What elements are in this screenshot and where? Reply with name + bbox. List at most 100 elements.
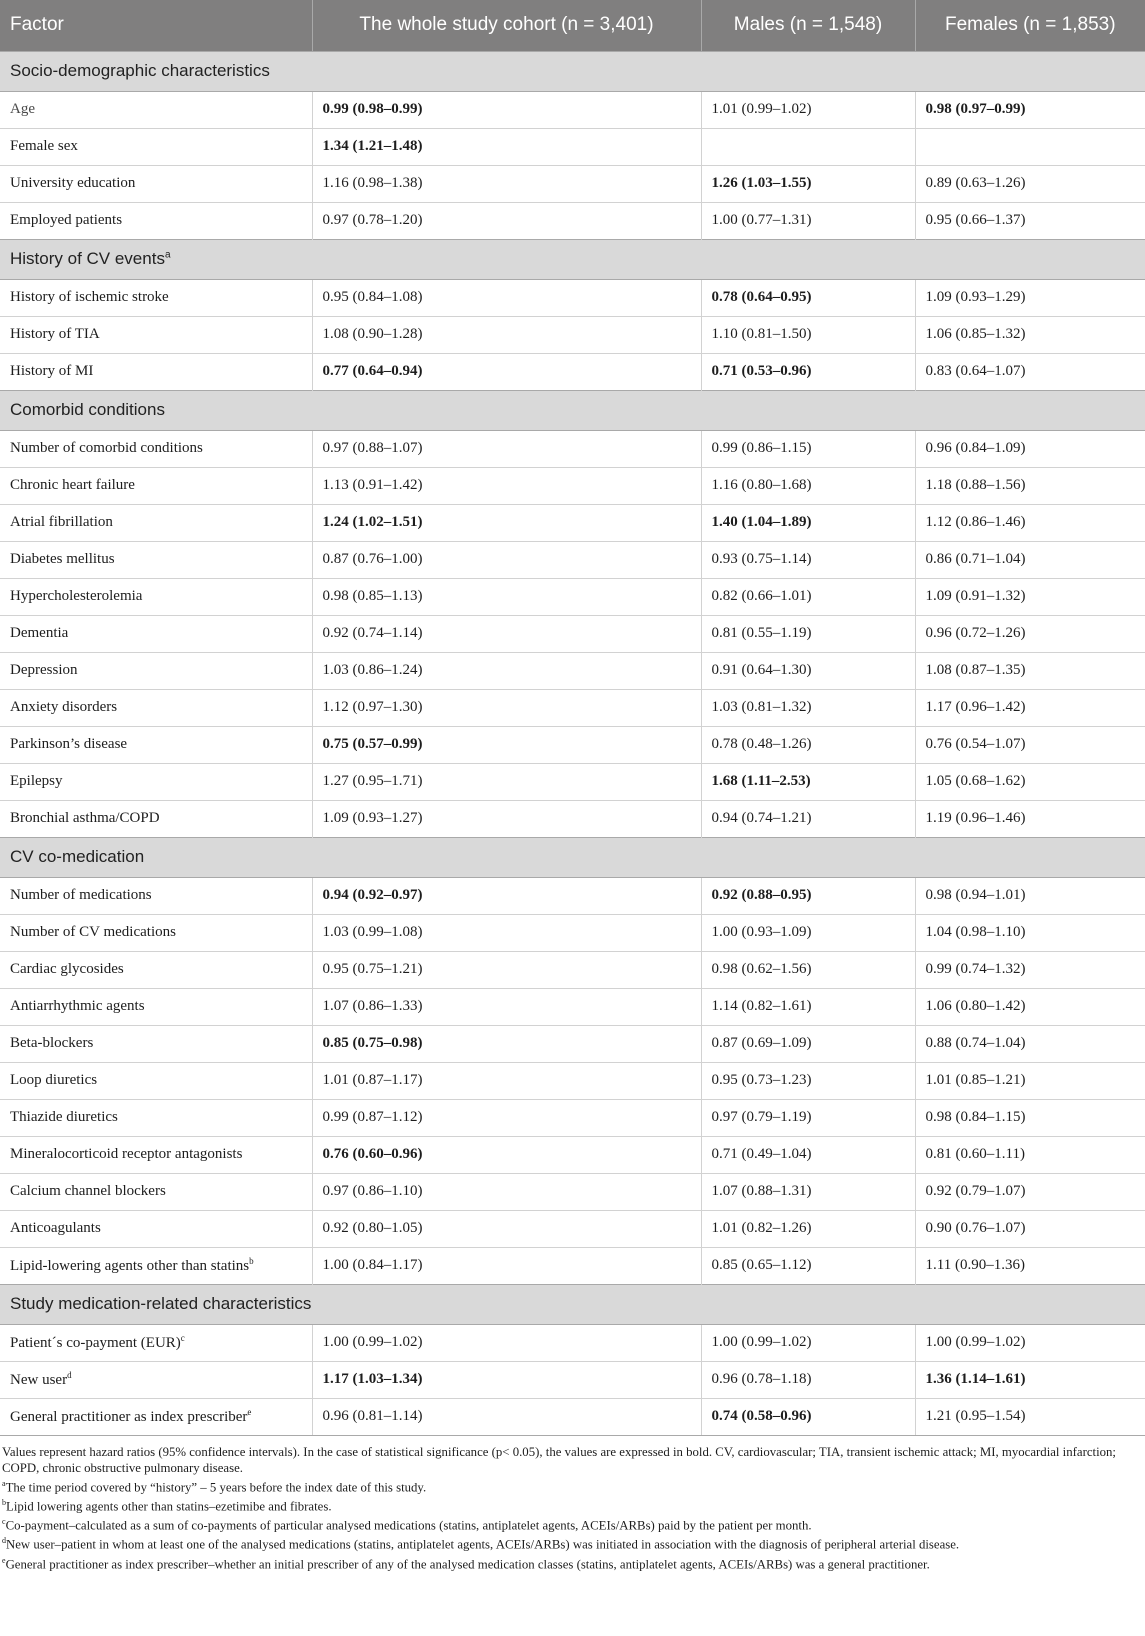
factor-cell: Number of medications [0, 876, 312, 914]
whole-cohort-hr-cell: 0.92 (0.80–1.05) [311, 1209, 701, 1247]
factor-cell: Loop diuretics [0, 1061, 312, 1099]
whole-cohort-hr-cell: 1.17 (1.03–1.34) [311, 1360, 701, 1398]
footnote-marker: a [164, 249, 171, 261]
factor-cell: Patient´s co-payment (EUR)c [0, 1323, 312, 1361]
factor-cell: Anticoagulants [0, 1209, 312, 1247]
factor-label: History of MI [10, 363, 94, 379]
factor-label: Anticoagulants [10, 1220, 101, 1236]
males-hr-cell: 1.01 (0.99–1.02) [700, 90, 915, 128]
whole-cohort-hr-cell: 0.97 (0.78–1.20) [311, 201, 701, 239]
males-hr-cell: 1.07 (0.88–1.31) [700, 1172, 915, 1210]
table-row: Age 0.99 (0.98–0.99) 1.01 (0.99–1.02) 0.98 … [0, 90, 1145, 128]
females-hr-cell: 0.99 (0.74–1.32) [914, 950, 1145, 988]
footnote-text: Co-payment–calculated as a sum of co-pay… [5, 1518, 812, 1533]
factor-label: Antiarrhythmic agents [10, 998, 145, 1014]
males-hr-cell: 1.68 (1.11–2.53) [700, 762, 915, 800]
factor-label: Number of comorbid conditions [10, 440, 203, 456]
table-row: Bronchial asthma/COPD 1.09 (0.93–1.27) 0.9… [0, 799, 1145, 837]
females-hr-cell: 0.98 (0.97–0.99) [914, 90, 1145, 128]
females-hr-cell: 0.92 (0.79–1.07) [914, 1172, 1145, 1210]
males-hr-cell: 0.92 (0.88–0.95) [700, 876, 915, 914]
males-hr-cell: 1.00 (0.99–1.02) [700, 1323, 915, 1361]
section-title: History of CV events [10, 249, 165, 268]
males-hr-cell: 0.99 (0.86–1.15) [700, 429, 915, 467]
factor-label: Chronic heart failure [10, 477, 135, 493]
females-hr-cell: 1.06 (0.80–1.42) [914, 987, 1145, 1025]
footnote-text: The time period covered by “history” – 5… [5, 1479, 427, 1494]
females-hr-cell: 1.09 (0.93–1.29) [914, 278, 1145, 316]
females-hr-cell: 0.98 (0.84–1.15) [914, 1098, 1145, 1136]
footnote-marker: c [180, 1333, 185, 1343]
whole-cohort-hr-cell: 0.94 (0.92–0.97) [311, 876, 701, 914]
footnote-text: Lipid lowering agents other than statins… [6, 1499, 332, 1514]
table-footnotes: Values represent hazard ratios (95% conf… [0, 1436, 1145, 1572]
factor-label: Beta-blockers [10, 1035, 94, 1051]
males-hr-cell: 0.71 (0.49–1.04) [700, 1135, 915, 1173]
table-row: Anticoagulants 0.92 (0.80–1.05) 1.01 (0.82… [0, 1209, 1145, 1247]
footnote-list: aThe time period covered by “history” – … [2, 1476, 1145, 1572]
table-row: Number of comorbid conditions 0.97 (0.88–… [0, 429, 1145, 467]
factor-cell: Lipid-lowering agents other than statins… [0, 1246, 312, 1284]
whole-cohort-hr-cell: 1.12 (0.97–1.30) [311, 688, 701, 726]
whole-cohort-hr-cell: 1.03 (0.86–1.24) [311, 651, 701, 689]
females-hr-cell: 1.09 (0.91–1.32) [914, 577, 1145, 615]
table-row: Number of CV medications 1.03 (0.99–1.08)… [0, 913, 1145, 951]
males-hr-cell: 0.97 (0.79–1.19) [700, 1098, 915, 1136]
factor-label: History of TIA [10, 326, 100, 342]
factor-cell: Number of CV medications [0, 913, 312, 951]
whole-cohort-hr-cell: 1.01 (0.87–1.17) [311, 1061, 701, 1099]
header-factor: Factor [10, 14, 64, 36]
females-hr-cell: 1.17 (0.96–1.42) [914, 688, 1145, 726]
females-hr-cell: 1.21 (0.95–1.54) [914, 1397, 1145, 1436]
section-title: Socio-demographic characteristics [10, 61, 270, 80]
factor-label: Bronchial asthma/COPD [10, 810, 160, 826]
factor-label: Number of CV medications [10, 924, 176, 940]
factor-label: Hypercholesterolemia [10, 588, 143, 604]
footnote-item: cCo-payment–calculated as a sum of co-pa… [2, 1514, 1145, 1533]
whole-cohort-hr-cell: 0.97 (0.86–1.10) [311, 1172, 701, 1210]
table-row: Beta-blockers 0.85 (0.75–0.98) 0.87 (0.69–… [0, 1024, 1145, 1062]
factor-cell: University education [0, 164, 312, 202]
factor-label: Atrial fibrillation [10, 514, 113, 530]
factor-label: New user [10, 1372, 68, 1388]
females-hr-cell: 0.83 (0.64–1.07) [914, 352, 1145, 390]
table-row: Female sex 1.34 (1.21–1.48) [0, 127, 1145, 165]
females-hr-cell: 1.00 (0.99–1.02) [914, 1323, 1145, 1361]
table-row: Depression 1.03 (0.86–1.24) 0.91 (0.64–1.3… [0, 651, 1145, 689]
table-row: Diabetes mellitus 0.87 (0.76–1.00) 0.93 (0… [0, 540, 1145, 578]
females-hr-cell [914, 127, 1145, 165]
whole-cohort-hr-cell: 0.96 (0.81–1.14) [311, 1397, 701, 1436]
header-males: Males (n = 1,548) [700, 0, 915, 51]
table-row: Atrial fibrillation 1.24 (1.02–1.51) 1.40 … [0, 503, 1145, 541]
males-hr-cell: 1.10 (0.81–1.50) [700, 315, 915, 353]
factor-cell: Beta-blockers [0, 1024, 312, 1062]
factor-label: Loop diuretics [10, 1072, 98, 1088]
whole-cohort-hr-cell: 0.87 (0.76–1.00) [311, 540, 701, 578]
females-hr-cell: 0.96 (0.84–1.09) [914, 429, 1145, 467]
whole-cohort-hr-cell: 0.85 (0.75–0.98) [311, 1024, 701, 1062]
whole-cohort-hr-cell: 0.98 (0.85–1.13) [311, 577, 701, 615]
males-hr-cell: 1.03 (0.81–1.32) [700, 688, 915, 726]
document: Factor The whole study cohort (n = 3,401… [0, 0, 1145, 1572]
males-hr-cell: 1.40 (1.04–1.89) [700, 503, 915, 541]
females-hr-cell: 0.88 (0.74–1.04) [914, 1024, 1145, 1062]
footnote-main: Values represent hazard ratios (95% conf… [2, 1444, 1116, 1475]
factor-label: Dementia [10, 625, 69, 641]
table-row: Number of medications 0.94 (0.92–0.97) 0.9… [0, 876, 1145, 914]
whole-cohort-hr-cell: 1.00 (0.99–1.02) [311, 1323, 701, 1361]
factor-label: Diabetes mellitus [10, 551, 115, 567]
factor-cell: Atrial fibrillation [0, 503, 312, 541]
females-hr-cell: 1.08 (0.87–1.35) [914, 651, 1145, 689]
table-row: Mineralocorticoid receptor antagonists 0.… [0, 1135, 1145, 1173]
factor-label: Calcium channel blockers [10, 1183, 166, 1199]
factor-cell: Hypercholesterolemia [0, 577, 312, 615]
females-hr-cell: 0.98 (0.94–1.01) [914, 876, 1145, 914]
header-whole-cohort: The whole study cohort (n = 3,401) [311, 0, 701, 51]
whole-cohort-hr-cell: 1.00 (0.84–1.17) [311, 1246, 701, 1284]
factor-label: Cardiac glycosides [10, 961, 124, 977]
table-row: Loop diuretics 1.01 (0.87–1.17) 0.95 (0.73… [0, 1061, 1145, 1099]
males-hr-cell: 0.87 (0.69–1.09) [700, 1024, 915, 1062]
factor-label: University education [10, 175, 136, 191]
section-title: Study medication-related characteristics [10, 1294, 312, 1313]
footnote-text: New user–patient in whom at least one of… [6, 1537, 960, 1552]
